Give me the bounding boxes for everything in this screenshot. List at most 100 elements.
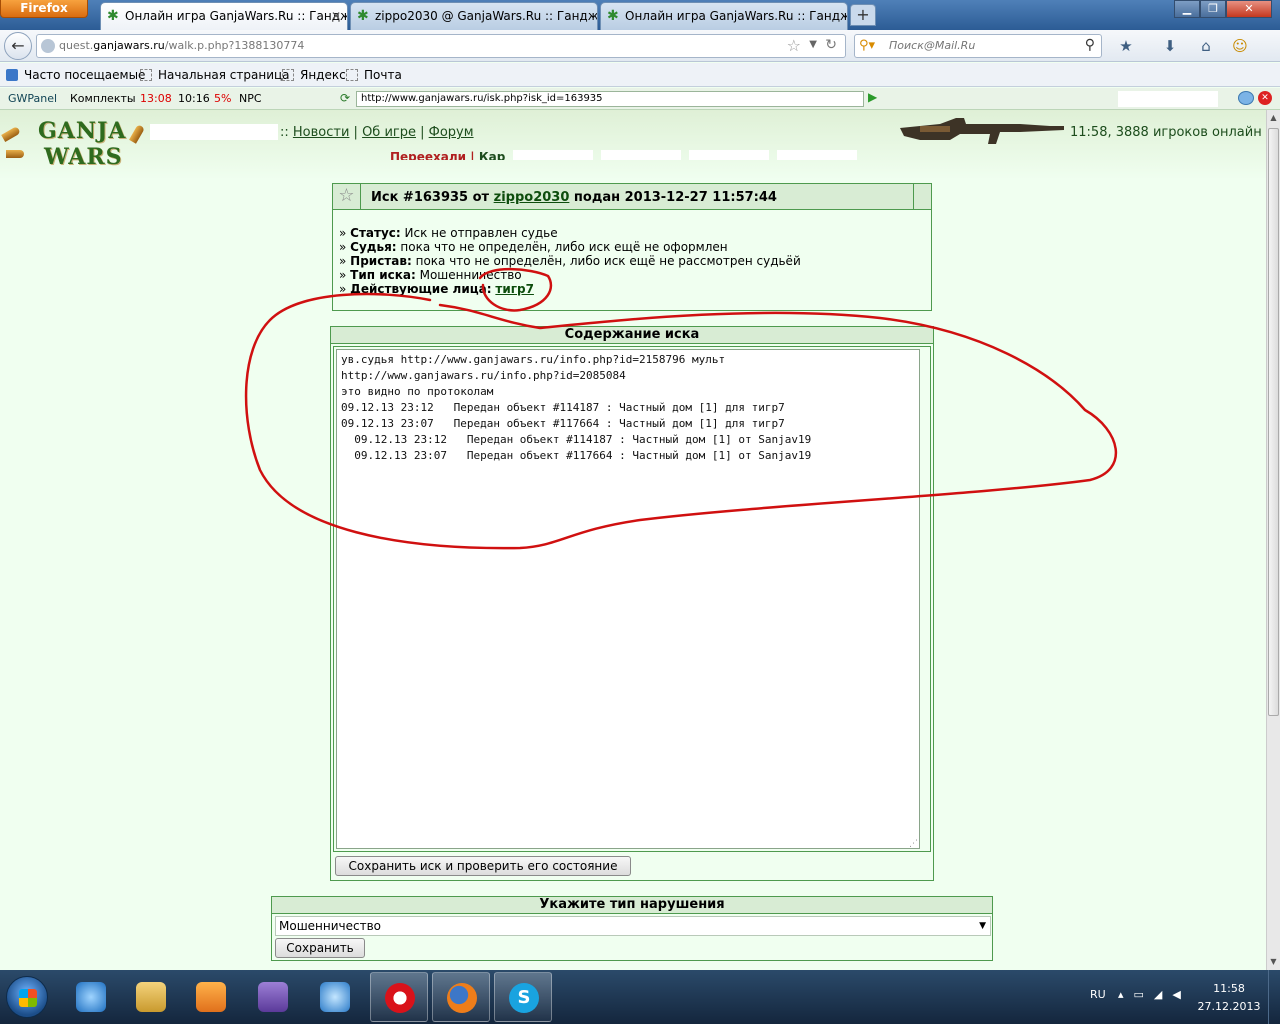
bookmark-most-visited[interactable]: Часто посещаемые — [6, 68, 145, 82]
search-bar[interactable]: ⚲▾ ⚲ — [854, 34, 1102, 58]
tab-3[interactable]: ✱ Онлайн игра GanjaWars.Ru :: Гандж... — [600, 2, 848, 30]
case-judge-row: » Судья: пока что не определён, либо иск… — [339, 240, 728, 254]
save-violation-button[interactable]: Сохранить — [275, 938, 365, 958]
url-history-dropdown-icon[interactable]: ▼ — [809, 39, 817, 50]
close-window-button[interactable]: ✕ — [1226, 0, 1272, 18]
page-icon — [346, 69, 358, 81]
navigation-bar: ← quest.ganjawars.ru/walk.p.php?13881307… — [0, 30, 1280, 62]
reload-icon[interactable]: ↻ — [825, 37, 837, 53]
taskbar-visual-studio[interactable] — [244, 972, 302, 1022]
home-icon[interactable]: ⌂ — [1196, 36, 1216, 56]
scroll-thumb[interactable] — [1268, 128, 1279, 716]
gwpanel-url-field[interactable]: http://www.ganjawars.ru/isk.php?isk_id=1… — [356, 91, 864, 107]
bullet-decoration — [129, 124, 145, 144]
taskbar-network-app[interactable] — [306, 972, 364, 1022]
page-icon — [282, 69, 294, 81]
gwpanel-chat-icon[interactable] — [1238, 91, 1254, 105]
gwpanel-npc[interactable]: NPC — [239, 92, 262, 105]
case-title: Иск #163935 от zippo2030 подан 2013-12-2… — [371, 190, 777, 205]
subnav-map-link[interactable]: Кар — [479, 150, 506, 160]
page-scrollbar[interactable]: ▲ ▼ — [1266, 110, 1280, 970]
windows-logo-icon — [19, 989, 37, 1007]
gwpanel-input[interactable] — [1118, 91, 1218, 107]
search-input[interactable] — [889, 39, 1069, 52]
ganjawars-logo[interactable]: GANJA WARS — [38, 118, 125, 174]
case-type-row: » Тип иска: Мошенничество — [339, 268, 522, 282]
nav-forum-link[interactable]: Форум — [429, 125, 474, 140]
gwpanel-kits[interactable]: Комплекты — [70, 92, 136, 105]
taskbar-firefox[interactable] — [432, 972, 490, 1022]
clock-date[interactable]: 27.12.2013 — [1196, 1000, 1262, 1013]
downloads-icon[interactable]: ⬇ — [1160, 36, 1180, 56]
case-content-frame: ув.судья http://www.ganjawars.ru/info.ph… — [333, 346, 931, 852]
case-bailiff-row: » Пристав: пока что не определён, либо и… — [339, 254, 801, 268]
gwpanel-close-icon[interactable]: ✕ — [1258, 91, 1272, 105]
opera-icon — [385, 983, 415, 1013]
site-header: GANJA WARS :: Новости | Об игре | Форум … — [0, 110, 1266, 180]
case-status-row: » Статус: Иск не отправлен судье — [339, 226, 558, 240]
gwpanel-refresh-icon[interactable]: ⟳ — [340, 91, 350, 105]
redacted-area — [150, 124, 278, 140]
back-button[interactable]: ← — [4, 32, 32, 60]
rss-icon — [6, 69, 18, 81]
violation-panel: Укажите тип нарушения Мошенничество ▼ Со… — [271, 896, 993, 961]
site-identity-icon[interactable] — [41, 39, 55, 53]
taskbar-ie[interactable] — [62, 972, 120, 1022]
windows-taskbar: S RU ▴▭◢◀ 11:58 27.12.2013 — [0, 970, 1280, 1024]
search-engine-icon[interactable]: ⚲▾ — [859, 38, 875, 53]
nav-news-link[interactable]: Новости — [293, 125, 350, 140]
tab-label: Онлайн игра GanjaWars.Ru :: Гандж... — [625, 9, 848, 23]
taskbar-explorer[interactable] — [122, 972, 180, 1022]
taskbar-opera[interactable] — [370, 972, 428, 1022]
gwpanel-timer-2: 10:16 — [178, 92, 210, 105]
plaintiff-link[interactable]: zippo2030 — [494, 190, 570, 205]
maximize-button[interactable]: ❐ — [1200, 0, 1226, 18]
scroll-down-icon[interactable]: ▼ — [1267, 954, 1280, 970]
minimize-button[interactable]: ▁ — [1174, 0, 1200, 18]
subnav-moved-link[interactable]: Переехали — [390, 150, 466, 160]
save-case-button[interactable]: Сохранить иск и проверить его состояние — [335, 856, 631, 876]
bookmark-star-icon[interactable]: ☆ — [787, 36, 801, 55]
bookmark-yandex[interactable]: Яндекс — [282, 68, 346, 82]
firefox-menu-button[interactable]: Firefox — [0, 0, 88, 18]
tab-bar: Firefox ✱ Онлайн игра GanjaWars.Ru :: Га… — [0, 0, 1280, 30]
tab-1[interactable]: ✱ Онлайн игра GanjaWars.Ru :: Гандж... ✕ — [100, 2, 348, 30]
bookmark-mail[interactable]: Почта — [346, 68, 402, 82]
taskbar-skype[interactable]: S — [494, 972, 552, 1022]
url-text[interactable]: quest.ganjawars.ru/walk.p.php?1388130774 — [59, 39, 304, 52]
resize-grip-icon[interactable]: ⋰ — [909, 839, 918, 849]
case-content-textarea[interactable]: ув.судья http://www.ganjawars.ru/info.ph… — [336, 349, 920, 849]
violation-type-select[interactable]: Мошенничество ▼ — [275, 916, 991, 936]
case-info-panel: ☆ Иск #163935 от zippo2030 подан 2013-12… — [332, 183, 932, 311]
globe-icon — [320, 982, 350, 1012]
tab-2[interactable]: ✱ zippo2030 @ GanjaWars.Ru :: Ганджу... — [350, 2, 598, 30]
search-magnifier-icon[interactable]: ⚲ — [1085, 37, 1095, 53]
window-controls: ▁ ❐ ✕ — [1174, 0, 1272, 18]
bookmarks-menu-icon[interactable]: ★ — [1116, 36, 1136, 56]
new-tab-button[interactable]: + — [850, 4, 876, 26]
bookmark-start-page[interactable]: Начальная страница — [140, 68, 290, 82]
system-tray-icons[interactable]: ▴▭◢◀ — [1118, 988, 1191, 1001]
page-content: GANJA WARS :: Новости | Об игре | Форум … — [0, 110, 1266, 970]
taskbar-media-player[interactable] — [182, 972, 240, 1022]
online-counter: 11:58, 3888 игроков онлайн — [1070, 125, 1262, 140]
show-desktop-button[interactable] — [1268, 970, 1280, 1024]
language-indicator[interactable]: RU — [1090, 988, 1106, 1001]
nav-about-link[interactable]: Об игре — [362, 125, 416, 140]
bullet-decoration — [6, 150, 24, 158]
tab-close-icon[interactable]: ✕ — [331, 3, 341, 29]
gwpanel-go-icon[interactable]: ▶ — [868, 90, 877, 104]
start-button[interactable] — [6, 976, 48, 1018]
addon-smiley-icon[interactable]: ☺ — [1230, 36, 1250, 56]
scroll-up-icon[interactable]: ▲ — [1267, 110, 1280, 126]
bullet-decoration — [1, 126, 21, 142]
gwpanel-title[interactable]: GWPanel — [8, 92, 57, 105]
ganjawars-favicon-icon: ✱ — [107, 8, 119, 24]
url-bar[interactable]: quest.ganjawars.ru/walk.p.php?1388130774… — [36, 34, 846, 58]
site-nav: :: Новости | Об игре | Форум — [280, 125, 474, 140]
page-icon — [140, 69, 152, 81]
clock-time[interactable]: 11:58 — [1196, 982, 1262, 995]
person-link[interactable]: тигр7 — [495, 282, 534, 296]
chevron-down-icon: ▼ — [979, 921, 986, 931]
tab-label: Онлайн игра GanjaWars.Ru :: Гандж... — [125, 9, 348, 23]
